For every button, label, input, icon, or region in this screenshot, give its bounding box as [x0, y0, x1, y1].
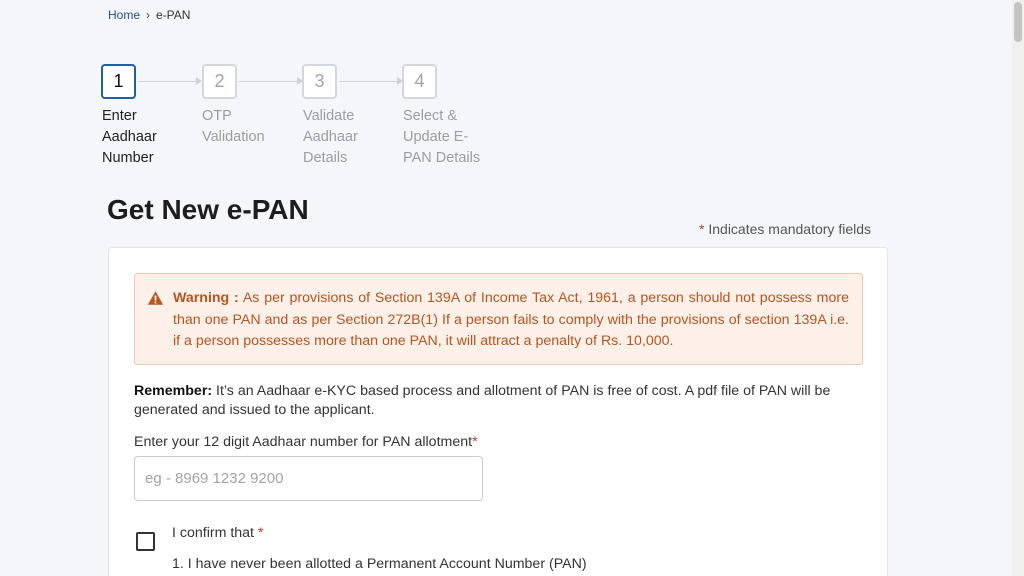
scrollbar-thumb[interactable] — [1014, 2, 1022, 42]
mandatory-note-text: Indicates mandatory fields — [708, 221, 871, 237]
required-star: * — [699, 221, 705, 237]
aadhaar-number-input[interactable] — [134, 456, 483, 501]
page-scrollbar[interactable] — [1012, 0, 1024, 576]
page-title: Get New e-PAN — [107, 194, 309, 225]
breadcrumb-separator: › — [146, 8, 151, 22]
confirm-label: I confirm that * — [172, 525, 264, 541]
confirm-item-1: 1. I have never been allotted a Permanen… — [172, 556, 587, 572]
remember-note: Remember: It’s an Aadhaar e-KYC based pr… — [134, 382, 864, 420]
epan-form-card: Warning : As per provisions of Section 1… — [108, 247, 888, 576]
warning-label: Warning : — [173, 290, 239, 306]
warning-text: As per provisions of Section 139A of Inc… — [173, 290, 849, 349]
step-1-indicator: 1 — [101, 64, 136, 99]
step-4-indicator: 4 — [402, 64, 437, 99]
breadcrumb-current: e-PAN — [156, 8, 191, 22]
step-3-indicator: 3 — [302, 64, 337, 99]
step-2-indicator: 2 — [202, 64, 237, 99]
mandatory-fields-note: * Indicates mandatory fields — [699, 221, 871, 237]
remember-label: Remember: — [134, 383, 213, 399]
required-star: * — [472, 434, 478, 450]
warning-alert: Warning : As per provisions of Section 1… — [134, 273, 863, 365]
confirm-checkbox[interactable] — [136, 532, 155, 551]
step-3-label: Validate Aadhaar Details — [303, 108, 358, 166]
step-4-label: Select & Update E-PAN Details — [403, 108, 481, 166]
warning-triangle-icon — [147, 291, 164, 305]
breadcrumb: Home › e-PAN — [108, 8, 190, 22]
progress-stepper: 1 2 3 4 Enter Aadhaar Number OTP Validat… — [101, 64, 521, 174]
remember-text: It’s an Aadhaar e-KYC based process and … — [134, 383, 831, 418]
confirm-label-text: I confirm that — [172, 525, 255, 541]
aadhaar-field-label: Enter your 12 digit Aadhaar number for P… — [134, 434, 478, 450]
step-1-label: Enter Aadhaar Number — [102, 108, 157, 166]
step-connector — [339, 77, 403, 85]
step-connector — [239, 77, 303, 85]
aadhaar-label-text: Enter your 12 digit Aadhaar number for P… — [134, 434, 473, 450]
step-connector — [138, 77, 202, 85]
required-star: * — [258, 525, 264, 541]
step-2-label: OTP Validation — [202, 108, 265, 145]
breadcrumb-home-link[interactable]: Home — [108, 8, 140, 22]
